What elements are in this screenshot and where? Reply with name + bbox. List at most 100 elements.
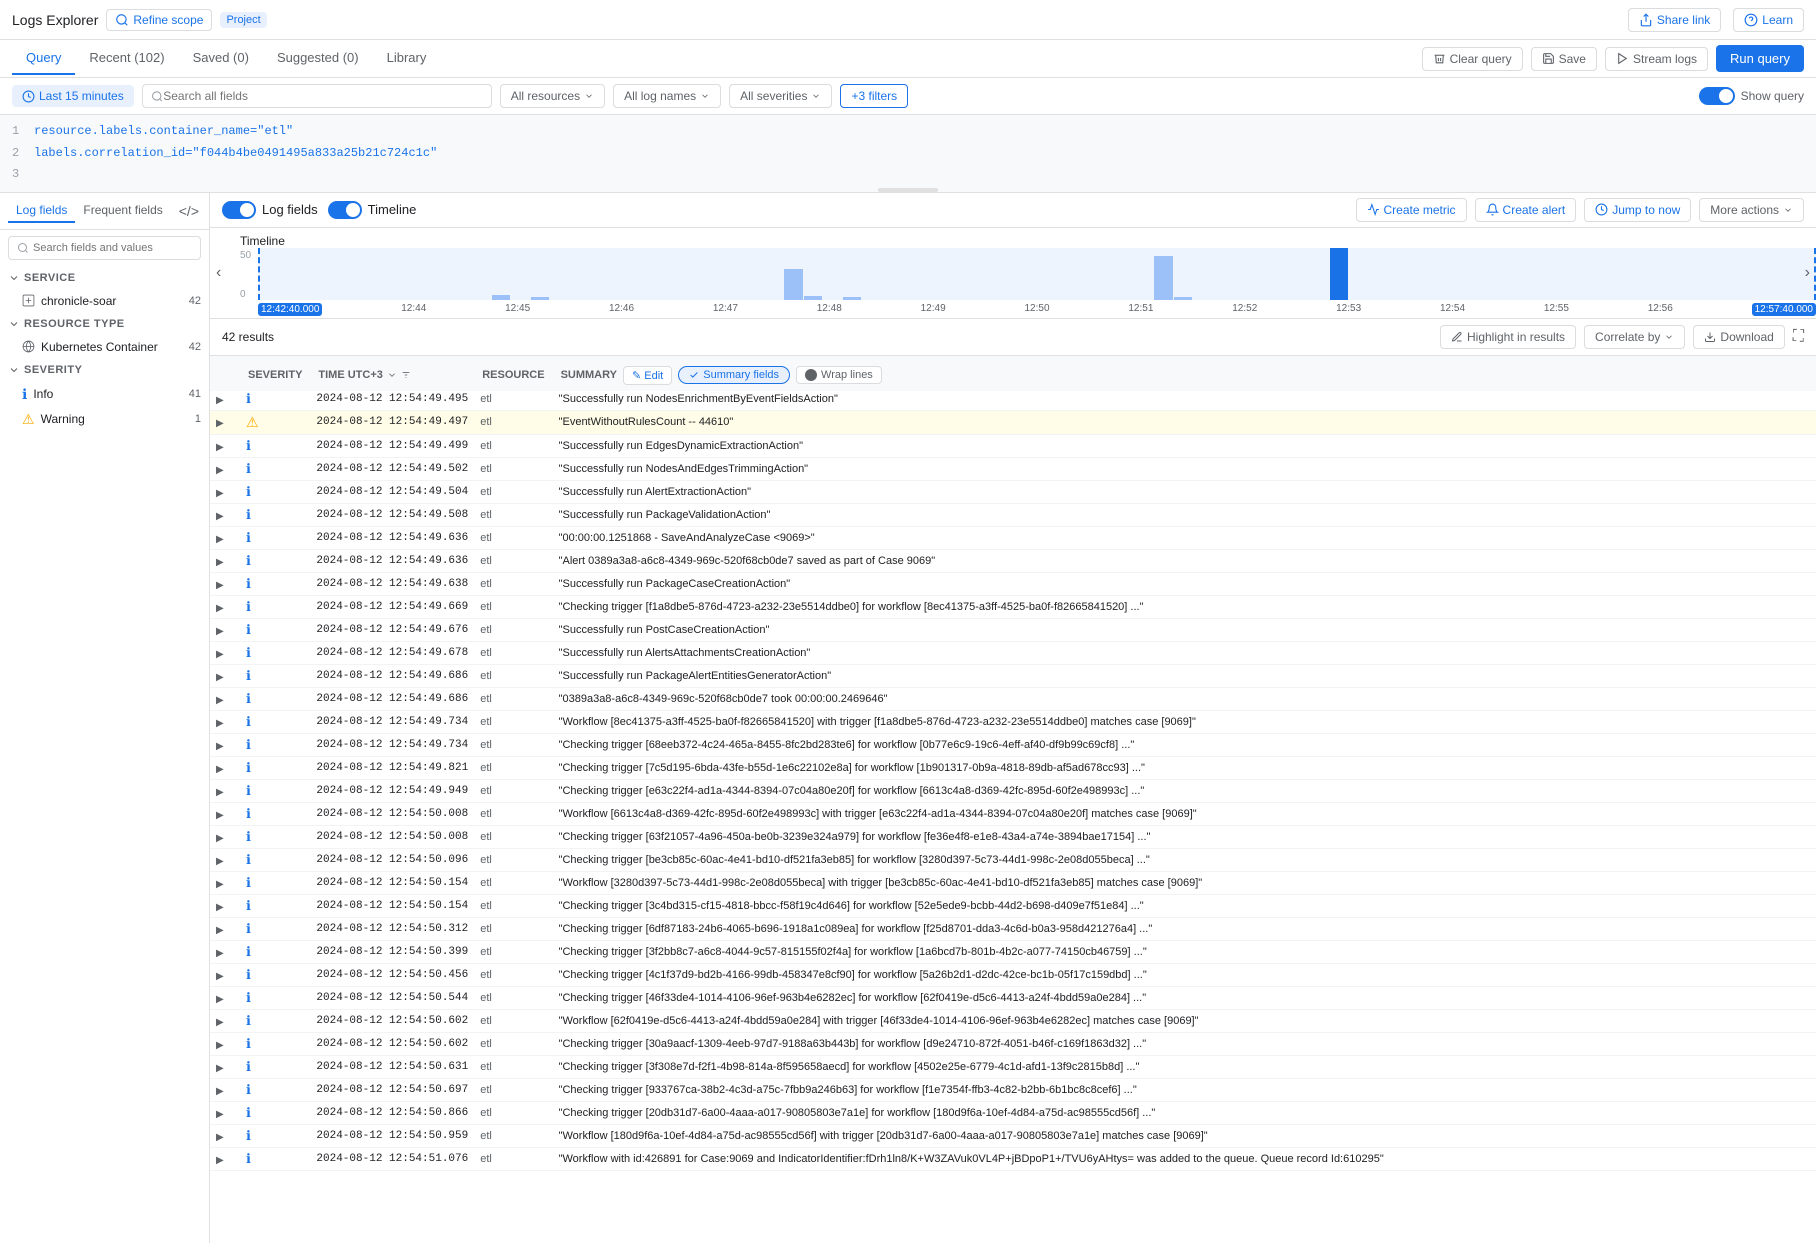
log-fields-tab[interactable]: Log fields (8, 199, 75, 223)
query-line-2[interactable]: labels.correlation_id="f044b4be0491495a8… (34, 143, 437, 165)
download-button[interactable]: Download (1693, 325, 1784, 349)
expand-row-chevron[interactable]: ▶ (216, 557, 224, 568)
edit-button[interactable]: ✎ Edit (623, 366, 672, 385)
log-fields-switch[interactable] (222, 201, 256, 219)
expand-row-chevron[interactable]: ▶ (216, 1040, 224, 1051)
log-names-filter[interactable]: All log names (613, 84, 721, 108)
expand-row-chevron[interactable]: ▶ (216, 442, 224, 453)
timeline-bar[interactable] (804, 296, 822, 300)
expand-row-chevron[interactable]: ▶ (216, 833, 224, 844)
resource-filter[interactable]: All resources (500, 84, 605, 108)
timeline-bar[interactable] (1174, 297, 1192, 299)
code-icon[interactable]: </> (177, 201, 201, 221)
expand-row-chevron[interactable]: ▶ (216, 925, 224, 936)
col-header-time[interactable]: TIME UTC+3 (310, 360, 474, 392)
tab-query[interactable]: Query (12, 42, 75, 75)
time-cell: 2024-08-12 12:54:50.154 (310, 894, 474, 917)
tab-recent[interactable]: Recent (102) (75, 42, 178, 75)
expand-row-chevron[interactable]: ▶ (216, 994, 224, 1005)
col-header-resource: RESOURCE (474, 360, 552, 392)
timeline-prev-button[interactable]: ‹ (212, 260, 225, 286)
time-cell: 2024-08-12 12:54:49.678 (310, 641, 474, 664)
search-all-fields[interactable] (142, 84, 492, 108)
timeline-bar[interactable] (531, 297, 549, 299)
timeline-switch[interactable] (328, 201, 362, 219)
expand-row-chevron[interactable]: ▶ (216, 1109, 224, 1120)
search-icon (17, 242, 29, 254)
expand-row-chevron[interactable]: ▶ (216, 603, 224, 614)
timeline-next-button[interactable]: › (1801, 260, 1814, 286)
expand-row-chevron[interactable]: ▶ (216, 534, 224, 545)
timeline-bar[interactable] (784, 269, 802, 300)
time-filter[interactable]: Last 15 minutes (12, 85, 134, 107)
expand-row-chevron[interactable]: ▶ (216, 626, 224, 637)
resource-type-item-kubernetes[interactable]: Kubernetes Container 42 (0, 336, 209, 358)
clear-query-button[interactable]: Clear query (1422, 47, 1523, 71)
show-query-switch[interactable] (1699, 87, 1735, 105)
expand-row-chevron[interactable]: ▶ (216, 395, 224, 406)
highlight-button[interactable]: Highlight in results (1440, 325, 1576, 349)
tab-saved[interactable]: Saved (0) (179, 42, 263, 75)
expand-row-chevron[interactable]: ▶ (216, 465, 224, 476)
create-alert-button[interactable]: Create alert (1475, 198, 1577, 222)
summary-fields-button[interactable]: Summary fields (678, 366, 790, 384)
expand-row-chevron[interactable]: ▶ (216, 1017, 224, 1028)
severity-section-header[interactable]: SEVERITY (0, 358, 209, 382)
learn-button[interactable]: Learn (1733, 8, 1804, 32)
search-fields-input[interactable] (33, 242, 192, 254)
service-item-chronicle-soar[interactable]: chronicle-soar 42 (0, 290, 209, 312)
tab-library[interactable]: Library (373, 42, 441, 75)
expand-row-chevron[interactable]: ▶ (216, 649, 224, 660)
query-line-1[interactable]: resource.labels.container_name="etl" (34, 121, 293, 143)
table-row: ▶ℹ2024-08-12 12:54:50.959etl"Workflow [1… (210, 1124, 1816, 1147)
jump-to-now-button[interactable]: Jump to now (1584, 198, 1691, 222)
share-link-button[interactable]: Share link (1628, 8, 1721, 32)
run-query-button[interactable]: Run query (1716, 45, 1804, 72)
severity-item-info[interactable]: ℹ Info 41 (0, 382, 209, 407)
show-query-toggle[interactable]: Show query (1699, 87, 1804, 105)
more-actions-button[interactable]: More actions (1699, 198, 1804, 222)
expand-row-chevron[interactable]: ▶ (216, 741, 224, 752)
expand-row-chevron[interactable]: ▶ (216, 1086, 224, 1097)
create-metric-button[interactable]: Create metric (1356, 198, 1467, 222)
expand-row-chevron[interactable]: ▶ (216, 1063, 224, 1074)
expand-row-chevron[interactable]: ▶ (216, 764, 224, 775)
severities-filter[interactable]: All severities (729, 84, 832, 108)
search-all-fields-input[interactable] (163, 89, 482, 103)
expand-row-chevron[interactable]: ▶ (216, 902, 224, 913)
frequent-fields-tab[interactable]: Frequent fields (75, 199, 170, 223)
wrap-lines-button[interactable]: Wrap lines (796, 366, 882, 384)
expand-row-chevron[interactable]: ▶ (216, 856, 224, 867)
expand-row-chevron[interactable]: ▶ (216, 511, 224, 522)
timeline-bar[interactable] (1154, 256, 1172, 299)
expand-row-chevron[interactable]: ▶ (216, 695, 224, 706)
expand-row-chevron[interactable]: ▶ (216, 948, 224, 959)
expand-row-chevron[interactable]: ▶ (216, 718, 224, 729)
timeline-bar[interactable] (492, 295, 510, 300)
plus-filters-button[interactable]: +3 filters (840, 84, 908, 108)
expand-row-chevron[interactable]: ▶ (216, 672, 224, 683)
expand-row-chevron[interactable]: ▶ (216, 488, 224, 499)
resize-handle[interactable] (878, 188, 938, 192)
save-button[interactable]: Save (1531, 47, 1597, 71)
correlate-by-button[interactable]: Correlate by (1584, 325, 1685, 349)
resource-type-section-header[interactable]: RESOURCE TYPE (0, 312, 209, 336)
expand-button[interactable]: ⛶ (1793, 328, 1804, 346)
stream-logs-button[interactable]: Stream logs (1605, 47, 1708, 71)
expand-row-chevron[interactable]: ▶ (216, 787, 224, 798)
expand-row-chevron[interactable]: ▶ (216, 1132, 224, 1143)
timeline-bar[interactable] (843, 297, 861, 299)
expand-row-chevron[interactable]: ▶ (216, 1155, 224, 1166)
expand-row-chevron[interactable]: ▶ (216, 418, 224, 429)
expand-row-chevron[interactable]: ▶ (216, 810, 224, 821)
expand-row-chevron[interactable]: ▶ (216, 879, 224, 890)
expand-row-chevron[interactable]: ▶ (216, 971, 224, 982)
service-section-header[interactable]: SERVICE (0, 266, 209, 290)
search-fields-wrapper (8, 236, 201, 260)
tab-suggested[interactable]: Suggested (0) (263, 42, 373, 75)
timeline-bar[interactable] (1330, 248, 1348, 300)
expand-row-chevron[interactable]: ▶ (216, 580, 224, 591)
time-cell: 2024-08-12 12:54:50.399 (310, 940, 474, 963)
refine-scope-button[interactable]: Refine scope (106, 9, 212, 31)
severity-item-warning[interactable]: ⚠ Warning 1 (0, 407, 209, 432)
